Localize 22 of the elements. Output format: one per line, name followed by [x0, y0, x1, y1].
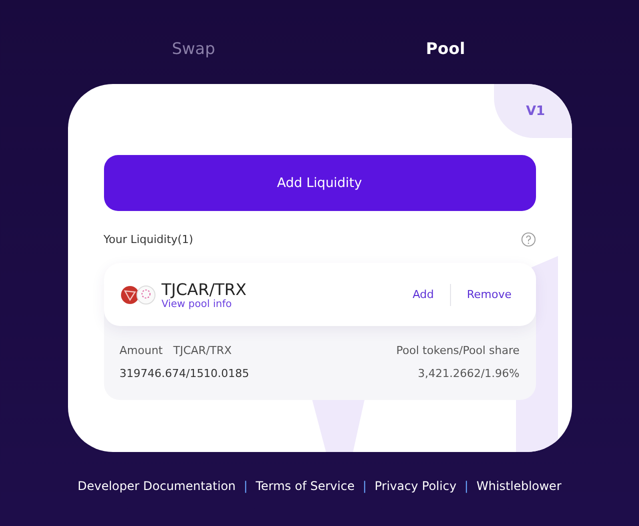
pool-action-button[interactable]: Remove: [458, 288, 520, 301]
pair-name: TJCAR/TRX: [162, 280, 248, 298]
tab[interactable]: Pool: [320, 34, 572, 62]
tab[interactable]: Swap: [68, 34, 320, 62]
share-value: 3,421.2662/1.96%: [416, 367, 520, 380]
footer-link[interactable]: Privacy Policy: [374, 479, 456, 493]
version-badge: V1: [494, 84, 572, 138]
liquidity-heading: Your Liquidity(1): [104, 232, 194, 246]
pool-action-button[interactable]: Add: [404, 288, 442, 301]
separator: |: [362, 479, 367, 493]
view-pool-info-link[interactable]: View pool info: [162, 298, 405, 310]
footer-link[interactable]: Whistleblower: [476, 479, 562, 493]
add-liquidity-button[interactable]: Add Liquidity: [104, 155, 536, 211]
share-label: Pool tokens/Pool share: [396, 344, 520, 357]
token-pair-icon: [120, 284, 156, 306]
amount-label: Amount TJCAR/TRX: [120, 344, 233, 357]
separator: |: [244, 479, 248, 493]
footer-link[interactable]: Terms of Service: [256, 479, 355, 493]
separator: |: [464, 479, 468, 493]
footer-link[interactable]: Developer Documentation: [78, 479, 236, 493]
help-icon[interactable]: [520, 232, 536, 246]
amount-value: 319746.674/1510.0185: [120, 367, 250, 380]
